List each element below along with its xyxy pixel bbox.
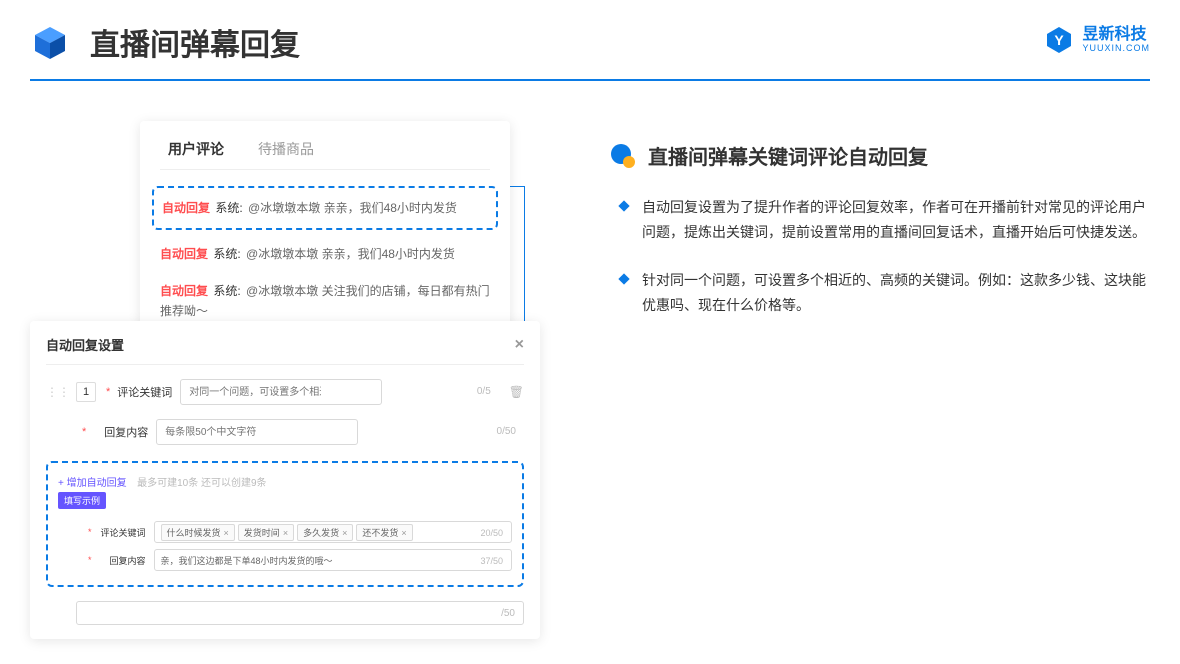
ex-content-counter: 37/50: [480, 550, 503, 572]
ex-content-label: 回复内容: [96, 554, 146, 567]
page-title: 直播间弹幕回复: [90, 20, 300, 64]
required-icon: *: [82, 426, 86, 438]
required-icon: *: [106, 386, 110, 398]
diamond-icon: [618, 200, 629, 211]
tag-chip[interactable]: 多久发货×: [297, 524, 353, 541]
settings-panel: 自动回复设置 × ⋮⋮ 1 * 评论关键词 0/5 🗑 * 回复内容 0: [30, 321, 540, 639]
bullet-text: 自动回复设置为了提升作者的评论回复效率，作者可在开播前针对常见的评论用户问题，提…: [642, 195, 1150, 244]
required-icon: *: [88, 555, 92, 565]
bullet-item: 针对同一个问题，可设置多个相近的、高频的关键词。例如：这款多少钱、这块能优惠吗、…: [620, 268, 1150, 317]
drag-handle-icon[interactable]: ⋮⋮: [46, 385, 70, 399]
auto-reply-tag: 自动回复: [162, 201, 210, 215]
content-counter: 0/50: [497, 419, 516, 445]
bullet-text: 针对同一个问题，可设置多个相近的、高频的关键词。例如：这款多少钱、这块能优惠吗、…: [642, 268, 1150, 317]
bullet-item: 自动回复设置为了提升作者的评论回复效率，作者可在开播前针对常见的评论用户问题，提…: [620, 195, 1150, 244]
comment-text: @冰墩墩本墩 亲亲，我们48小时内发货: [248, 201, 457, 215]
tab-pending-products[interactable]: 待播商品: [250, 139, 322, 169]
cube-icon: [30, 22, 70, 62]
content-input[interactable]: [156, 419, 358, 445]
ex-kw-counter: 20/50: [480, 522, 503, 544]
ex-content-input[interactable]: 亲，我们这边都是下单48小时内发货的哦～ 37/50: [154, 549, 512, 571]
tag-chip[interactable]: 什么时候发货×: [161, 524, 235, 541]
system-label: 系统:: [213, 284, 240, 298]
tabs: 用户评论 待播商品: [160, 139, 490, 170]
brand-url: YUUXIN.COM: [1082, 43, 1150, 53]
brand-logo: Y 昱新科技 YUUXIN.COM: [1044, 25, 1150, 55]
system-label: 系统:: [213, 247, 240, 261]
extra-input[interactable]: /50: [76, 601, 524, 625]
extra-counter: /50: [501, 602, 515, 626]
content-label: 回复内容: [90, 424, 148, 440]
ex-keyword-input[interactable]: 什么时候发货× 发货时间× 多久发货× 还不发货× 20/50: [154, 521, 512, 543]
close-icon[interactable]: ×: [515, 336, 524, 354]
keyword-counter: 0/5: [477, 379, 491, 405]
keyword-input[interactable]: [180, 379, 382, 405]
delete-icon[interactable]: 🗑: [509, 385, 524, 399]
brand-name: 昱新科技: [1082, 27, 1150, 43]
comment-row-highlighted: 自动回复 系统: @冰墩墩本墩 亲亲，我们48小时内发货: [152, 186, 498, 230]
tag-chip[interactable]: 还不发货×: [356, 524, 412, 541]
auto-reply-tag: 自动回复: [160, 284, 208, 298]
keyword-label: 评论关键词: [114, 384, 172, 400]
ex-keyword-label: 评论关键词: [96, 526, 146, 539]
tag-chip[interactable]: 发货时间×: [238, 524, 294, 541]
required-icon: *: [88, 527, 92, 537]
svg-text:Y: Y: [1055, 32, 1065, 48]
comment-text: @冰墩墩本墩 亲亲，我们48小时内发货: [246, 247, 455, 261]
chat-bubble-icon: [610, 143, 636, 169]
add-hint: 最多可建10条 还可以创建9条: [137, 478, 266, 489]
order-number: 1: [76, 382, 96, 402]
example-badge: 填写示例: [58, 492, 106, 509]
comment-text: @冰墩墩本墩 关注我们的店铺，每日都有热门推荐呦～: [160, 284, 490, 318]
section-title: 直播间弹幕关键词评论自动回复: [648, 141, 928, 170]
system-label: 系统:: [215, 201, 242, 215]
example-block: + 增加自动回复 最多可建10条 还可以创建9条 填写示例 * 评论关键词 什么…: [46, 461, 524, 587]
diamond-icon: [618, 273, 629, 284]
comments-panel: 用户评论 待播商品 自动回复 系统: @冰墩墩本墩 亲亲，我们48小时内发货 自…: [140, 121, 510, 348]
settings-title: 自动回复设置: [46, 335, 124, 354]
auto-reply-tag: 自动回复: [160, 247, 208, 261]
tab-user-comments[interactable]: 用户评论: [160, 139, 232, 169]
add-reply-link[interactable]: + 增加自动回复: [58, 478, 127, 489]
comment-row: 自动回复 系统: @冰墩墩本墩 亲亲，我们48小时内发货: [160, 236, 490, 272]
